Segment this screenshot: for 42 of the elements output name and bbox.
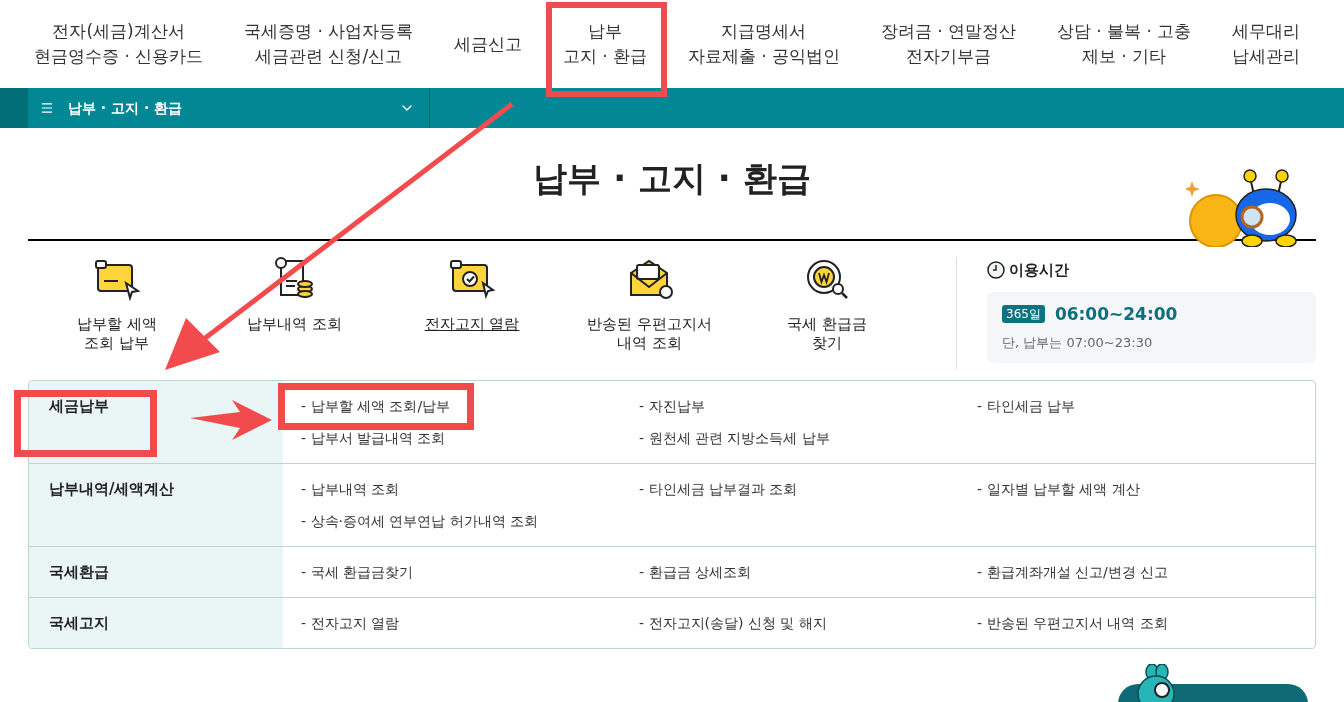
breadcrumb-bar-end bbox=[0, 88, 28, 128]
menu-link[interactable]: - 상속·증여세 연부연납 허가내역 조회 bbox=[301, 506, 539, 536]
days-badge: 365일 bbox=[1002, 305, 1045, 324]
quick-link[interactable]: 국세 환급금 찾기 bbox=[787, 315, 868, 353]
payment-hours-note: 단, 납부는 07:00~23:30 bbox=[1002, 334, 1154, 352]
menu-link[interactable]: - 납부할 세액 조회/납부 bbox=[301, 391, 451, 421]
menu-link[interactable]: - 타인세금 납부결과 조회 bbox=[639, 474, 798, 504]
category-label: 국세고지 bbox=[49, 614, 109, 632]
nav-menu-item[interactable]: 장려금 · 연말정산 전자기부금 bbox=[876, 19, 1020, 69]
quick-link[interactable]: 납부할 세액 조회 납부 bbox=[76, 315, 157, 353]
menu-link[interactable]: - 반송된 우편고지서 내역 조회 bbox=[977, 608, 1168, 638]
menu-link[interactable]: - 타인세금 납부 bbox=[977, 391, 1075, 421]
category-label: 국세환급 bbox=[49, 563, 109, 581]
breadcrumb-dropdown[interactable]: 납부 · 고지 · 환급 bbox=[28, 88, 430, 128]
quick-link[interactable]: 납부내역 조회 bbox=[247, 315, 342, 334]
quick-link[interactable]: 반송된 우편고지서 내역 조회 bbox=[587, 315, 712, 353]
menu-link[interactable]: - 납부내역 조회 bbox=[301, 474, 399, 504]
card-check-icon bbox=[447, 257, 497, 301]
menu-link[interactable]: - 일자별 납부할 세액 계산 bbox=[977, 474, 1140, 504]
category-label: 세금납부 bbox=[49, 397, 109, 415]
menu-link[interactable]: - 자진납부 bbox=[639, 391, 705, 421]
nav-menu-item[interactable]: 지급명세서 자료제출 · 공익법인 bbox=[683, 19, 844, 69]
nav-menu-item[interactable]: 상담 · 불복 · 고충 제보 · 기타 bbox=[1052, 19, 1196, 69]
menu-link[interactable]: - 전자고지(송달) 신청 및 해지 bbox=[639, 608, 827, 638]
page-title: 납부 · 고지 · 환급 bbox=[533, 157, 811, 200]
menu-link[interactable]: - 환급계좌개설 신고/변경 신고 bbox=[977, 557, 1169, 587]
menu-icon bbox=[40, 101, 54, 115]
menu-link[interactable]: - 납부서 발급내역 조회 bbox=[301, 423, 446, 453]
chatbot-button[interactable] bbox=[1118, 664, 1308, 702]
menu-link[interactable]: - 환급금 상세조회 bbox=[639, 557, 751, 587]
clock-icon bbox=[987, 261, 1005, 280]
nav-menu-item[interactable]: 납부 고지 · 환급 bbox=[558, 19, 651, 69]
hours-title: 이용시간 bbox=[1009, 260, 1069, 281]
nav-menu-item[interactable]: 전자(세금)계산서 현금영수증 · 신용카드 bbox=[30, 19, 208, 69]
menu-link[interactable]: - 원천세 관련 지방소득세 납부 bbox=[639, 423, 830, 453]
nav-menu-item[interactable]: 세무대리 납세관리 bbox=[1228, 19, 1304, 69]
nav-menu-item[interactable]: 국세증명 · 사업자등록 세금관련 신청/신고 bbox=[240, 19, 418, 69]
menu-link[interactable]: - 전자고지 열람 bbox=[301, 608, 399, 638]
nav-menu-item[interactable]: 세금신고 bbox=[450, 31, 526, 57]
menu-link[interactable]: - 국세 환급금찾기 bbox=[301, 557, 413, 587]
category-label: 납부내역/세액계산 bbox=[49, 480, 175, 498]
service-hours: 06:00~24:00 bbox=[1054, 302, 1178, 326]
